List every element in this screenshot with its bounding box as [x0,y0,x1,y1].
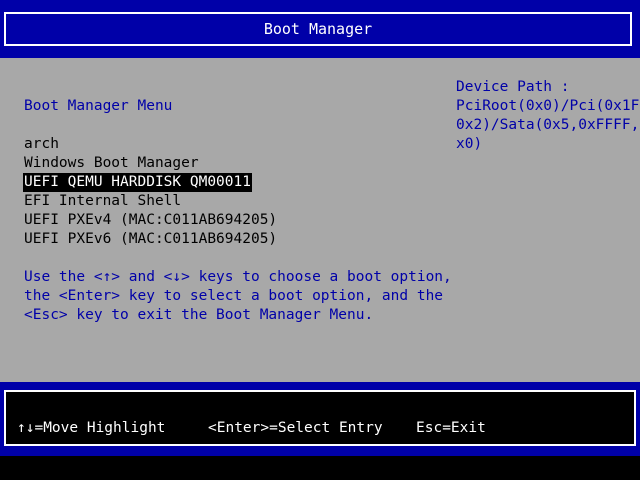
header-bar: Boot Manager [0,0,640,58]
menu-title: Boot Manager Menu [24,98,173,114]
boot-manager-screen: Boot Manager Boot Manager Menu Device Pa… [0,0,640,480]
select-entry-hint: <Enter>=Select Entry [208,420,383,436]
exit-hint: Esc=Exit [416,420,486,436]
boot-option[interactable]: EFI Internal Shell [23,192,182,211]
help-text: Use the <↑> and <↓> keys to choose a boo… [24,269,452,323]
device-path-info: Device Path : PciRoot(0x0)/Pci(0x1F, 0x2… [456,79,640,152]
boot-option[interactable]: arch [23,135,60,154]
boot-option-list: arch Windows Boot Manager UEFI QEMU HARDDI… [23,135,278,249]
boot-option[interactable]: UEFI QEMU HARDDISK QM00011 [23,173,252,192]
boot-option[interactable]: UEFI PXEv6 (MAC:C011AB694205) [23,230,278,249]
bottom-strip [0,456,640,480]
move-highlight-hint: ↑↓=Move Highlight [17,420,166,436]
header-frame: Boot Manager [4,12,632,46]
main-panel: Boot Manager Menu Device Path : PciRoot(… [0,58,640,382]
boot-option[interactable]: UEFI PXEv4 (MAC:C011AB694205) [23,211,278,230]
page-title: Boot Manager [263,20,373,38]
boot-option[interactable]: Windows Boot Manager [23,154,200,173]
footer-bar: ↑↓=Move Highlight <Enter>=Select Entry E… [0,382,640,456]
